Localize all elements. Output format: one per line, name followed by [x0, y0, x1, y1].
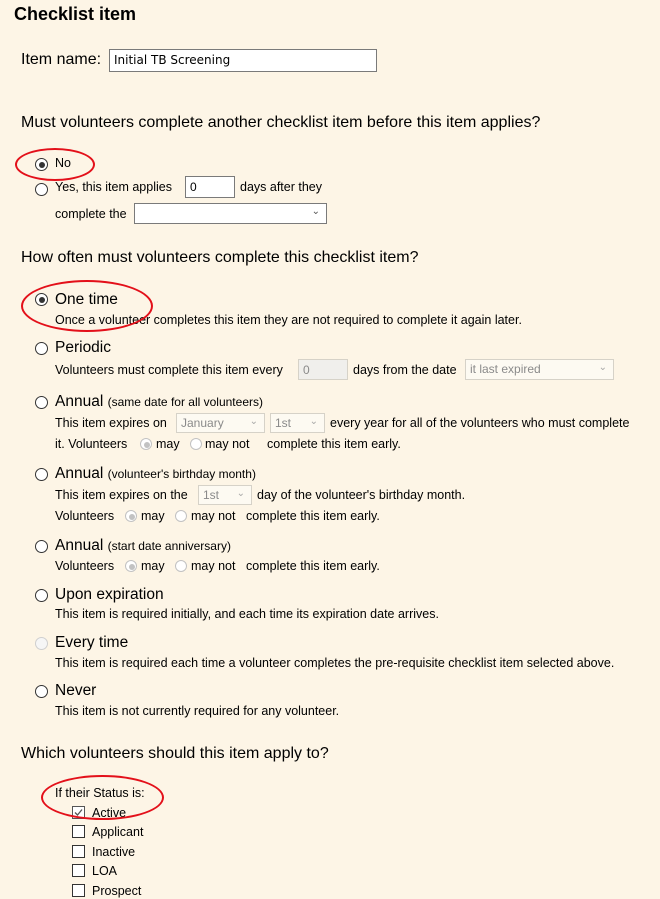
- freq-annual-start-may-radio[interactable]: [125, 560, 137, 572]
- freq-periodic-from-label: days from the date: [353, 363, 457, 377]
- item-name-label: Item name:: [21, 51, 102, 68]
- annotation-ellipse-status: [41, 775, 164, 820]
- freq-annual-start-maynot-radio[interactable]: [175, 560, 187, 572]
- freq-annual-start-title: Annual: [55, 537, 104, 554]
- chevron-down-icon: ⌄: [236, 488, 245, 499]
- freq-annual-birthday-day-value: 1st: [203, 488, 220, 502]
- freq-annual-birthday-radio[interactable]: [35, 468, 48, 481]
- chevron-down-icon: ⌄: [311, 206, 320, 217]
- freq-annual-birthday-maynot-label: may not: [191, 509, 236, 523]
- freq-periodic-radio[interactable]: [35, 342, 48, 355]
- freq-upon-expiration-desc: This item is required initially, and eac…: [55, 607, 439, 621]
- freq-every-time-desc: This item is required each time a volunt…: [55, 656, 615, 670]
- freq-annual-birthday-title: Annual: [55, 465, 104, 482]
- freq-annual-birthday-may-radio[interactable]: [125, 510, 137, 522]
- freq-annual-birthday-may-label: may: [141, 509, 165, 523]
- freq-annual-day-select[interactable]: 1st ⌄: [270, 413, 325, 433]
- freq-annual-start-sub: (start date anniversary): [107, 539, 231, 553]
- item-name-input[interactable]: Initial TB Screening: [109, 49, 377, 72]
- freq-annual-birthday-sub: (volunteer's birthday month): [107, 467, 256, 481]
- chevron-down-icon: ⌄: [309, 416, 318, 427]
- freq-annual-start-label: Annual (start date anniversary): [55, 537, 231, 555]
- freq-periodic-from-select[interactable]: it last expired ⌄: [465, 359, 614, 380]
- freq-annual-same-desc: This item expires on: [55, 416, 167, 430]
- freq-periodic-days-input[interactable]: 0: [298, 359, 348, 380]
- freq-annual-same-radio[interactable]: [35, 396, 48, 409]
- freq-annual-birthday-day-select[interactable]: 1st ⌄: [198, 485, 252, 505]
- freq-never-radio[interactable]: [35, 685, 48, 698]
- status-label-inactive: Inactive: [92, 845, 136, 859]
- chevron-down-icon: ⌄: [598, 362, 607, 373]
- prereq-days-suffix: days after they: [240, 180, 322, 194]
- status-checkbox-applicant[interactable]: [72, 825, 85, 838]
- freq-annual-birthday-maynot-radio[interactable]: [175, 510, 187, 522]
- prereq-item-select[interactable]: ⌄: [134, 203, 327, 224]
- prereq-yes-radio[interactable]: [35, 183, 48, 196]
- freq-periodic-label: Periodic: [55, 339, 111, 356]
- prereq-question: Must volunteers complete another checkli…: [21, 114, 541, 131]
- status-checkbox-prospect[interactable]: [72, 884, 85, 897]
- freq-annual-same-maynot-radio[interactable]: [190, 438, 202, 450]
- page-title: Checklist item: [14, 4, 137, 24]
- status-label-prospect: Prospect: [92, 884, 142, 898]
- freq-annual-same-label: Annual (same date for all volunteers): [55, 393, 263, 411]
- status-label-applicant: Applicant: [92, 825, 144, 839]
- freq-annual-birthday-early-suffix: complete this item early.: [246, 509, 380, 523]
- freq-annual-same-maynot-label: may not: [205, 437, 250, 451]
- annotation-ellipse-one-time: [21, 280, 153, 332]
- frequency-question: How often must volunteers complete this …: [21, 249, 419, 266]
- annotation-ellipse-prereq-no: [15, 148, 95, 181]
- freq-every-time-label: Every time: [55, 634, 129, 651]
- freq-annual-start-radio[interactable]: [35, 540, 48, 553]
- prereq-days-input[interactable]: 0: [185, 176, 235, 198]
- freq-annual-same-may-label: may: [156, 437, 180, 451]
- freq-annual-day-value: 1st: [275, 416, 292, 430]
- freq-annual-start-early-prefix: Volunteers: [55, 559, 115, 573]
- status-checkbox-loa[interactable]: [72, 864, 85, 877]
- freq-annual-start-may-label: may: [141, 559, 165, 573]
- freq-annual-birthday-desc: This item expires on the: [55, 488, 188, 502]
- freq-never-label: Never: [55, 682, 97, 699]
- freq-annual-birthday-desc-suffix: day of the volunteer's birthday month.: [257, 488, 466, 502]
- freq-annual-month-select[interactable]: January ⌄: [176, 413, 265, 433]
- freq-annual-month-value: January: [181, 416, 224, 430]
- freq-annual-start-maynot-label: may not: [191, 559, 236, 573]
- freq-never-desc: This item is not currently required for …: [55, 704, 340, 718]
- freq-annual-same-early-suffix: complete this item early.: [267, 437, 401, 451]
- freq-annual-same-sub: (same date for all volunteers): [107, 395, 263, 409]
- freq-annual-birthday-early-prefix: Volunteers: [55, 509, 115, 523]
- freq-annual-same-early-prefix: it. Volunteers: [55, 437, 128, 451]
- freq-annual-start-early-suffix: complete this item early.: [246, 559, 380, 573]
- chevron-down-icon: ⌄: [249, 416, 258, 427]
- freq-upon-expiration-label: Upon expiration: [55, 586, 164, 603]
- freq-upon-expiration-radio[interactable]: [35, 589, 48, 602]
- freq-every-time-radio[interactable]: [35, 637, 48, 650]
- freq-periodic-from-value: it last expired: [470, 362, 541, 376]
- freq-periodic-desc: Volunteers must complete this item every: [55, 363, 283, 377]
- freq-annual-same-title: Annual: [55, 393, 104, 410]
- apply-to-question: Which volunteers should this item apply …: [21, 745, 329, 762]
- prereq-complete-the-label: complete the: [55, 207, 127, 221]
- freq-annual-birthday-label: Annual (volunteer's birthday month): [55, 465, 256, 483]
- prereq-yes-label: Yes, this item applies: [55, 180, 172, 194]
- freq-annual-same-desc-suffix: every year for all of the volunteers who…: [330, 416, 630, 430]
- freq-annual-same-may-radio[interactable]: [140, 438, 152, 450]
- status-label-loa: LOA: [92, 864, 118, 878]
- status-checkbox-inactive[interactable]: [72, 845, 85, 858]
